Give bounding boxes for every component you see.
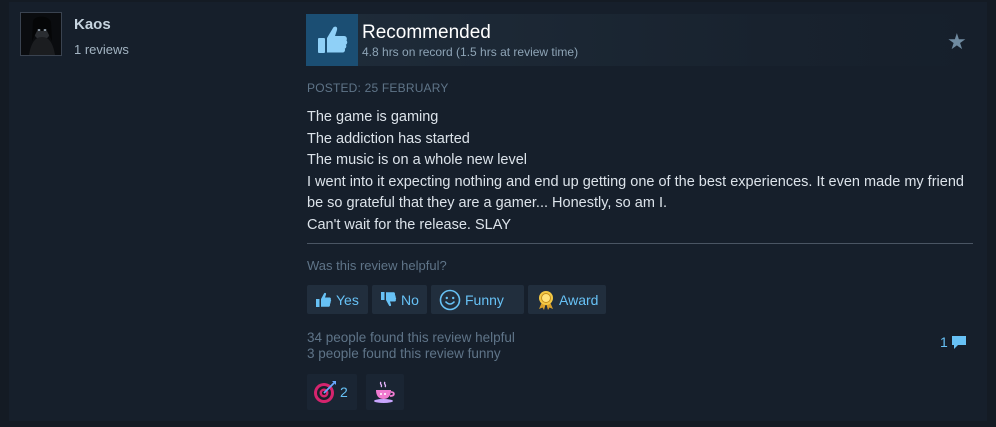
thumbs-up-icon [315, 291, 332, 308]
author-review-count[interactable]: 1 reviews [74, 42, 129, 57]
funny-count: 3 people found this review funny [307, 346, 501, 361]
no-button[interactable]: No [372, 285, 427, 314]
award-ribbon-icon [537, 290, 555, 310]
tea-cup-award-icon [373, 380, 397, 404]
award-button[interactable]: Award [528, 285, 606, 314]
award-badge-target[interactable]: 2 [307, 374, 357, 410]
recommendation-header[interactable]: Recommended 4.8 hrs on record (1.5 hrs a… [306, 14, 973, 66]
star-icon[interactable]: ★ [947, 31, 967, 53]
award-count: 2 [340, 384, 348, 400]
review-line: I went into it expecting nothing and end… [307, 173, 964, 212]
review-line: Can't wait for the release. SLAY [307, 216, 511, 233]
yes-label: Yes [336, 291, 359, 308]
thumbs-down-icon [380, 291, 397, 308]
yes-button[interactable]: Yes [307, 285, 368, 314]
review-line: The game is gaming [307, 109, 439, 125]
award-label: Award [559, 291, 599, 308]
helpful-question: Was this review helpful? [307, 258, 447, 273]
author-name[interactable]: Kaos [74, 16, 111, 33]
comment-count: 1 [940, 334, 948, 350]
posted-date: POSTED: 25 FEBRUARY [307, 81, 449, 95]
no-label: No [401, 291, 419, 308]
helpful-count: 34 people found this review helpful [307, 330, 515, 345]
smiley-icon [439, 289, 461, 311]
hours-on-record: 4.8 hrs on record (1.5 hrs at review tim… [362, 45, 579, 59]
review-card: Kaos 1 reviews Recommended 4.8 hrs on re… [9, 2, 987, 421]
recommendation-title: Recommended [362, 22, 491, 43]
target-award-icon [313, 380, 337, 404]
thumbs-up-icon [306, 14, 358, 66]
funny-label: Funny [465, 291, 504, 308]
review-stats: 34 people found this review helpful 3 pe… [307, 330, 515, 362]
comments-link[interactable]: 1 [940, 334, 967, 350]
review-line: The addiction has started [307, 130, 470, 147]
review-body: The game is gaming The addiction has sta… [307, 107, 975, 236]
speech-bubble-icon [951, 335, 967, 350]
avatar[interactable] [20, 12, 62, 56]
award-badge-tea[interactable] [366, 374, 404, 410]
funny-button[interactable]: Funny [431, 285, 524, 314]
review-line: The music is on a whole new level [307, 152, 528, 168]
avatar-image [21, 13, 61, 55]
divider [307, 243, 973, 244]
